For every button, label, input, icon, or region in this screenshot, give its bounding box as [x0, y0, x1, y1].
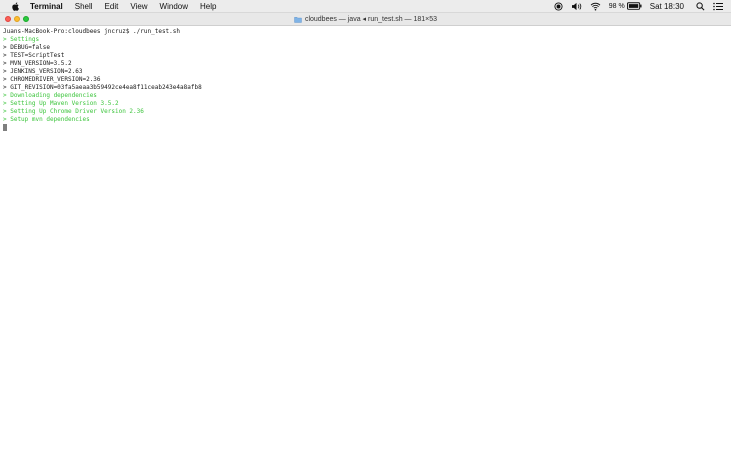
- output-line-setup-chromedriver: > Setting Up Chrome Driver Version 2.36: [3, 108, 144, 115]
- folder-icon: [294, 16, 302, 23]
- menu-app-terminal[interactable]: Terminal: [30, 2, 63, 11]
- output-line-jenkins-version: > JENKINS_VERSION=2.63: [3, 68, 83, 75]
- battery-percent: 98 %: [608, 2, 625, 10]
- output-line-setup-maven: > Setting Up Maven Version 3.5.2: [3, 100, 119, 107]
- output-line-setup-mvn-deps: > Setup mvn dependencies: [3, 116, 90, 123]
- menu-view[interactable]: View: [130, 2, 147, 11]
- menu-edit[interactable]: Edit: [105, 2, 119, 11]
- output-line-settings: > Settings: [3, 36, 40, 43]
- menubar-clock[interactable]: Sat 18:30: [650, 2, 684, 11]
- output-line-test: > TEST=ScriptTest: [3, 52, 65, 59]
- wifi-icon[interactable]: [590, 2, 601, 11]
- window-title: cloudbees — java ◂ run_test.sh — 181×53: [304, 16, 438, 23]
- output-line-debug: > DEBUG=false: [3, 44, 50, 51]
- output-line-chromedriver-version: > CHROMEDRIVER_VERSION=2.36: [3, 76, 101, 83]
- output-line-downloading: > Downloading dependencies: [3, 92, 97, 99]
- battery-icon[interactable]: [626, 2, 642, 10]
- volume-icon[interactable]: [571, 2, 582, 11]
- menu-window[interactable]: Window: [160, 2, 188, 11]
- list-icon[interactable]: [713, 2, 723, 11]
- menu-shell[interactable]: Shell: [75, 2, 93, 11]
- output-line-mvn-version: > MVN_VERSION=3.5.2: [3, 60, 72, 67]
- output-line-git-revision: > GIT_REVISION=03fa5aeaa3b59492ce4ea8f11…: [3, 84, 202, 91]
- terminal-cursor: [3, 124, 7, 131]
- window-title-area: cloudbees — java ◂ run_test.sh — 181×53: [0, 14, 731, 24]
- prompt-line: Juans-MacBook-Pro:cloudbees jncruz$ ./ru…: [3, 28, 181, 35]
- menu-help[interactable]: Help: [200, 2, 216, 11]
- record-icon[interactable]: [554, 1, 563, 11]
- terminal-output[interactable]: Juans-MacBook-Pro:cloudbees jncruz$ ./ru…: [0, 26, 731, 457]
- menu-bar: Terminal Shell Edit View Window Help 98 …: [0, 0, 731, 13]
- apple-icon[interactable]: [11, 2, 21, 11]
- search-icon[interactable]: [696, 1, 705, 11]
- window-titlebar[interactable]: cloudbees — java ◂ run_test.sh — 181×53: [0, 13, 731, 26]
